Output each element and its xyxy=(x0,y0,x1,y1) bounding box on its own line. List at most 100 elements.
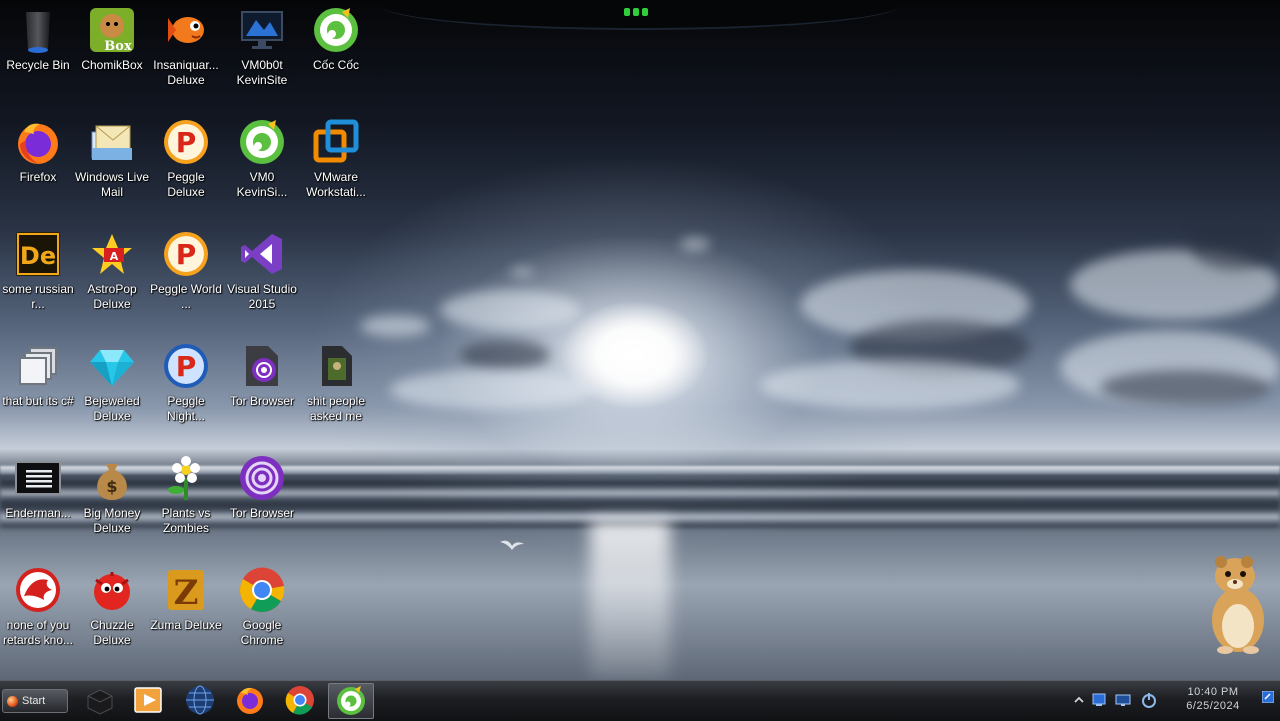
svg-text:P: P xyxy=(176,350,197,383)
cloud xyxy=(1100,370,1270,405)
desktop-icon-bejeweled[interactable]: Bejeweled Deluxe xyxy=(74,336,150,444)
dragon-icon xyxy=(14,566,62,614)
sun xyxy=(560,300,710,410)
clock-time: 10:40 PM xyxy=(1187,686,1239,698)
tor-folder-icon xyxy=(238,342,286,390)
desktop-icon-zuma[interactable]: Z Zuma Deluxe xyxy=(148,560,224,668)
desktop-icon-label: that but its c# xyxy=(2,394,74,408)
desktop-icon-that-but-its-csharp[interactable]: that but its c# xyxy=(0,336,76,444)
taskbar-clock[interactable]: 10:40 PM 6/25/2024 xyxy=(1160,685,1266,713)
desktop-icon-label: Firefox xyxy=(19,170,57,184)
money-bag-icon: $ xyxy=(88,454,136,502)
power-icon[interactable] xyxy=(1140,691,1158,709)
desktop-icon-tor-browser-folder[interactable]: Tor Browser xyxy=(224,336,300,444)
taskbar-pinned-app-active[interactable] xyxy=(328,683,374,719)
media-player-icon xyxy=(134,687,162,713)
desktop-icon-label: VM0b0t KevinSite xyxy=(236,58,288,87)
desktop-icon-firefox[interactable]: Firefox xyxy=(0,112,76,220)
cloud xyxy=(1190,220,1280,270)
taskbar-pinned-app[interactable] xyxy=(228,683,272,717)
tor-icon xyxy=(238,454,286,502)
desktop-icon-tor-browser[interactable]: Tor Browser xyxy=(224,448,300,556)
console-icon xyxy=(14,454,62,502)
desktop-icon-peggle-nights[interactable]: P Peggle Night... xyxy=(148,336,224,444)
chomikbox-icon: Box xyxy=(88,6,136,54)
desktop-icon-peggle-world[interactable]: P Peggle World ... xyxy=(148,224,224,332)
peggle-icon: P xyxy=(162,230,210,278)
peggle-icon: P xyxy=(162,118,210,166)
live-mail-icon xyxy=(88,118,136,166)
desktop-icon-vm0b0t-kevinsite[interactable]: VM0b0t KevinSite xyxy=(224,0,300,108)
desktop-icon-plants-vs-zombies[interactable]: Plants vs Zombies xyxy=(148,448,224,556)
svg-text:Box: Box xyxy=(104,39,132,54)
desktop-icon-label: shit people asked me xyxy=(306,394,366,423)
chevron-up-icon[interactable] xyxy=(1070,691,1088,709)
desktop-icon-label: Zuma Deluxe xyxy=(150,618,222,632)
de-icon: De xyxy=(14,230,62,278)
cloud xyxy=(760,360,1020,410)
chrome-icon xyxy=(285,686,314,715)
coccoc-icon xyxy=(312,6,360,54)
desktop-icon-label: Visual Studio 2015 xyxy=(227,282,297,311)
desktop-icon-label: Tor Browser xyxy=(229,394,294,408)
svg-text:P: P xyxy=(176,238,197,271)
desktop-icon-label: Google Chrome xyxy=(240,618,284,647)
display-icon[interactable] xyxy=(1114,691,1132,709)
desktop-icon-some-russian[interactable]: De some russian r... xyxy=(0,224,76,332)
desktop-icon-label: Windows Live Mail xyxy=(74,170,150,199)
desktop-icon-label: Recycle Bin xyxy=(6,58,70,72)
desktop-icon-astropop[interactable]: A AstroPop Deluxe xyxy=(74,224,150,332)
vmware-icon xyxy=(312,118,360,166)
peggle-night-icon: P xyxy=(162,342,210,390)
desktop-icon-visual-studio[interactable]: Visual Studio 2015 xyxy=(224,224,300,332)
desktop-icon-chomikbox[interactable]: Box ChomikBox xyxy=(74,0,150,108)
desktop-icon-windows-live-mail[interactable]: Windows Live Mail xyxy=(74,112,150,220)
flower-icon xyxy=(162,454,210,502)
show-desktop-icon[interactable] xyxy=(1262,691,1274,703)
taskbar-pinned-app[interactable] xyxy=(78,683,122,717)
desktop-icon-vmware[interactable]: VMware Workstati... xyxy=(298,112,374,220)
desktop-icon-label: Peggle Night... xyxy=(166,394,205,423)
sun-reflection xyxy=(590,520,670,680)
desktop-icon-label: Bejeweled Deluxe xyxy=(84,394,140,423)
cloud xyxy=(440,290,580,330)
desktop-icon-coccoc[interactable]: Cốc Cốc xyxy=(298,0,374,108)
gem-icon xyxy=(88,342,136,390)
svg-text:$: $ xyxy=(106,477,117,496)
zuma-icon: Z xyxy=(162,566,210,614)
start-button[interactable]: Start xyxy=(2,689,68,713)
desktop-icon-recycle-bin[interactable]: Recycle Bin xyxy=(0,0,76,108)
desktop-icon-peggle[interactable]: P Peggle Deluxe xyxy=(148,112,224,220)
taskbar-pinned-app[interactable] xyxy=(278,683,322,717)
desktop-icon-insaniquarium[interactable]: Insaniquar... Deluxe xyxy=(148,0,224,108)
desktop-icon-enderman[interactable]: Enderman... xyxy=(0,448,76,556)
astropop-icon: A xyxy=(88,230,136,278)
recycle-bin-icon xyxy=(14,6,62,54)
svg-text:P: P xyxy=(176,126,197,159)
desktop-icon-label: Chuzzle Deluxe xyxy=(90,618,134,647)
desktop-icon-big-money[interactable]: $ Big Money Deluxe xyxy=(74,448,150,556)
chrome-icon xyxy=(238,566,286,614)
cloud xyxy=(460,340,550,370)
start-label: Start xyxy=(22,695,46,707)
svg-text:De: De xyxy=(20,242,56,270)
firefox-icon xyxy=(14,118,62,166)
monitor-icon xyxy=(238,6,286,54)
network-icon[interactable] xyxy=(1090,691,1108,709)
coccoc-icon xyxy=(238,118,286,166)
desktop-icon-none-of-you[interactable]: none of you retards kno... xyxy=(0,560,76,668)
desktop-icon-label: Peggle World ... xyxy=(150,282,222,311)
taskbar-pinned-app[interactable] xyxy=(126,683,170,717)
hamster-desktop-pet[interactable] xyxy=(1205,550,1271,654)
clock-date: 6/25/2024 xyxy=(1186,700,1240,712)
desktop-icon-vm0-kevinsite[interactable]: VM0 KevinSi... xyxy=(224,112,300,220)
black-box-icon xyxy=(87,689,113,715)
desktop-icon-label: none of you retards kno... xyxy=(2,618,74,647)
taskbar-pinned-app[interactable] xyxy=(178,683,222,717)
cloud xyxy=(510,268,534,276)
desktop-icon-shit-people-asked-me[interactable]: shit people asked me xyxy=(298,336,374,444)
folder-icon xyxy=(312,342,360,390)
desktop-icon-google-chrome[interactable]: Google Chrome xyxy=(224,560,300,668)
desktop-icon-chuzzle[interactable]: Chuzzle Deluxe xyxy=(74,560,150,668)
desktop-icon-label: Big Money Deluxe xyxy=(83,506,141,535)
